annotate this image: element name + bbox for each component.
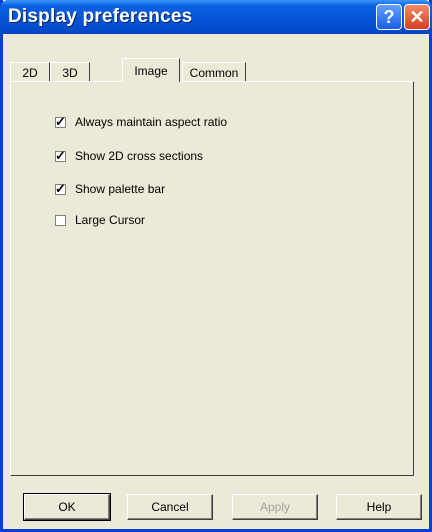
tab-strip: 2D 3D Image Common xyxy=(10,58,410,82)
window-title: Display preferences xyxy=(8,6,193,27)
option-label: Always maintain aspect ratio xyxy=(75,115,228,129)
help-button[interactable]: Help xyxy=(336,494,422,520)
option-label: Show 2D cross sections xyxy=(75,149,204,163)
tab-panel-image: Always maintain aspect ratio Show 2D cro… xyxy=(10,81,414,476)
option-aspect-ratio[interactable]: Always maintain aspect ratio xyxy=(55,114,227,130)
cancel-button[interactable]: Cancel xyxy=(127,494,213,520)
option-palette-bar[interactable]: Show palette bar xyxy=(55,181,165,197)
option-label: Large Cursor xyxy=(75,213,146,227)
checkbox-unchecked[interactable] xyxy=(55,214,66,226)
ok-button[interactable]: OK xyxy=(23,493,111,521)
checkbox-checked[interactable] xyxy=(55,114,66,130)
question-icon: ? xyxy=(383,6,395,27)
tab-3d[interactable]: 3D xyxy=(50,62,90,82)
checkbox-checked[interactable] xyxy=(55,181,66,197)
help-title-button[interactable]: ? xyxy=(376,4,402,30)
tab-image[interactable]: Image xyxy=(122,58,180,82)
option-cross-sections[interactable]: Show 2D cross sections xyxy=(55,148,203,164)
checkbox-checked[interactable] xyxy=(55,148,66,164)
title-bar: Display preferences ? ✕ xyxy=(0,0,432,34)
close-icon: ✕ xyxy=(409,6,425,27)
tab-2d[interactable]: 2D xyxy=(10,62,50,82)
apply-button[interactable]: Apply xyxy=(232,494,318,520)
option-large-cursor[interactable]: Large Cursor xyxy=(55,212,145,228)
tab-common[interactable]: Common xyxy=(182,62,246,82)
close-button[interactable]: ✕ xyxy=(404,4,430,30)
option-label: Show palette bar xyxy=(75,182,166,196)
